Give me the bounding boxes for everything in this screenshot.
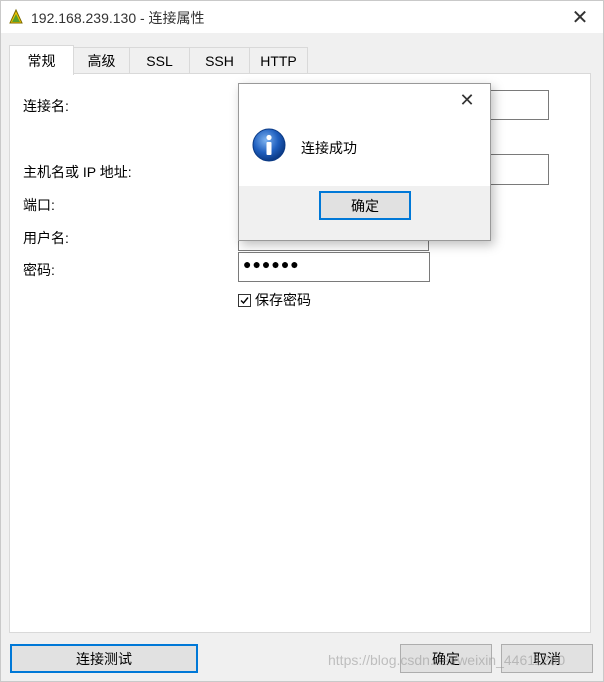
save-password-option[interactable]: 保存密码 — [238, 290, 311, 310]
host-field[interactable] — [481, 154, 549, 185]
save-password-checkbox[interactable] — [238, 293, 251, 307]
tab-ssh[interactable]: SSH — [189, 47, 250, 74]
host-label: 主机名或 IP 地址: — [23, 164, 132, 180]
info-icon — [252, 128, 286, 162]
success-dialog: ✕ 连接成功 确定 — [238, 83, 491, 241]
test-connection-button[interactable]: 连接测试 — [10, 644, 198, 673]
window-title: 192.168.239.130 - 连接属性 — [31, 10, 205, 26]
tab-http[interactable]: HTTP — [249, 47, 308, 74]
app-icon — [7, 8, 25, 26]
password-field[interactable]: ●●●●●● — [238, 252, 430, 282]
connection-name-label: 连接名: — [23, 98, 69, 114]
save-password-label: 保存密码 — [255, 292, 311, 308]
connection-name-field[interactable] — [481, 90, 549, 120]
tab-ssl[interactable]: SSL — [129, 47, 190, 74]
password-label: 密码: — [23, 262, 55, 278]
dialog-close-icon[interactable]: ✕ — [444, 84, 490, 116]
tab-advanced[interactable]: 高级 — [73, 47, 130, 74]
tab-general[interactable]: 常规 — [9, 45, 74, 75]
close-icon[interactable]: ✕ — [557, 1, 603, 33]
watermark: https://blog.csdn.net/weixin_44611280 — [328, 652, 566, 668]
password-value: ●●●●●● — [243, 256, 300, 272]
title-bar: 192.168.239.130 - 连接属性 ✕ — [1, 1, 603, 33]
dialog-ok-button[interactable]: 确定 — [319, 191, 411, 220]
dialog-message: 连接成功 — [301, 140, 357, 156]
port-label: 端口: — [23, 197, 55, 213]
dialog-title-bar: ✕ — [239, 84, 490, 116]
username-label: 用户名: — [23, 230, 69, 246]
